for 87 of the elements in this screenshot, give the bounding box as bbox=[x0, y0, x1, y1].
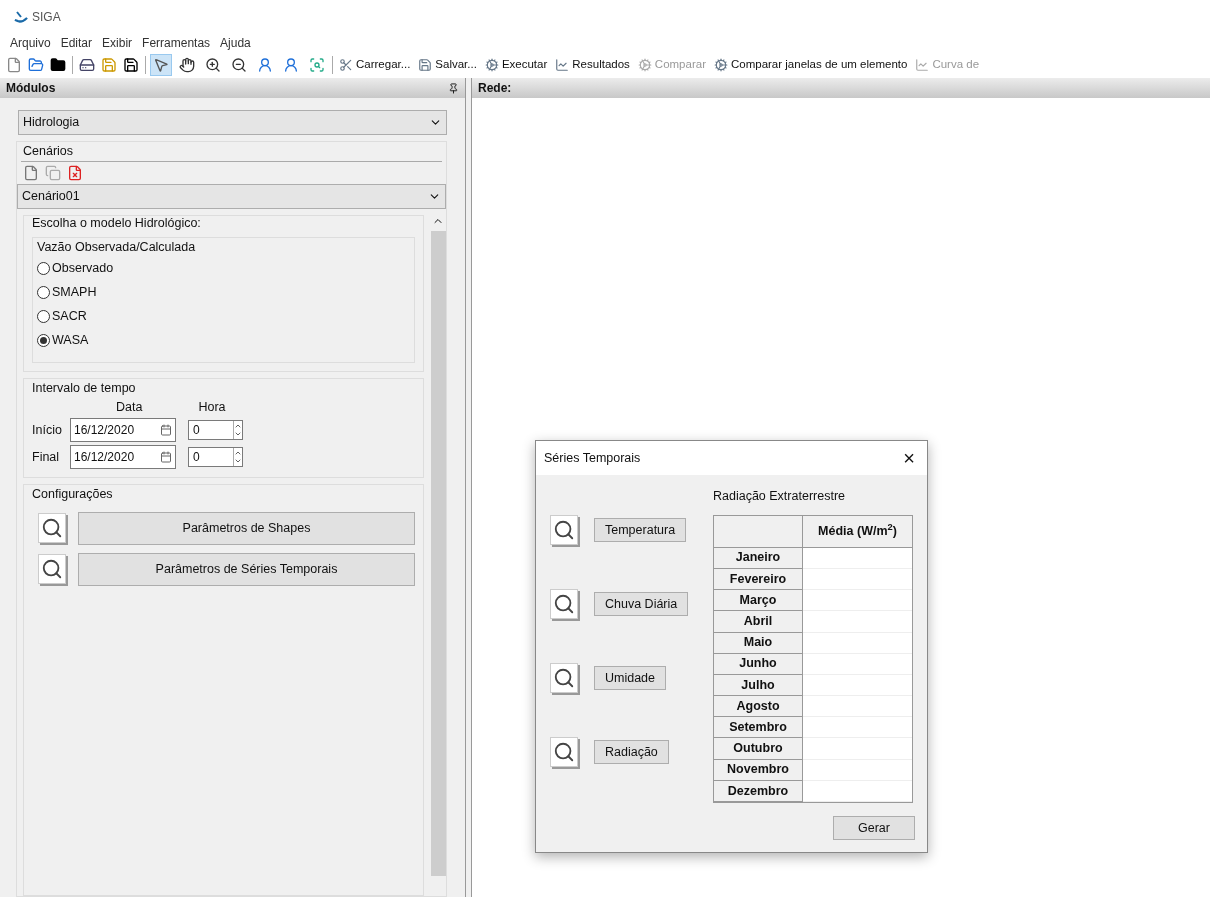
row-label: Início bbox=[32, 421, 63, 439]
gear-icon bbox=[713, 57, 728, 72]
series-button[interactable]: Temperatura bbox=[594, 518, 687, 542]
table-cell[interactable] bbox=[803, 717, 912, 739]
module-dropdown[interactable]: Hidrologia bbox=[18, 110, 447, 135]
spinner-arrows-icon bbox=[233, 448, 242, 467]
scenario-dropdown[interactable]: Cenário01 bbox=[17, 183, 446, 209]
date-picker[interactable]: 16/12/2020 bbox=[70, 445, 176, 470]
toolbar-button[interactable]: Salvar... bbox=[416, 55, 479, 74]
column-label: Hora bbox=[198, 399, 226, 416]
panel-title: Rede: bbox=[478, 80, 512, 97]
new-file-icon[interactable] bbox=[6, 56, 22, 73]
radio-button[interactable] bbox=[37, 333, 50, 347]
table-cell[interactable] bbox=[803, 611, 912, 633]
radio-label: SMAPH bbox=[52, 283, 97, 301]
toolbar-button[interactable]: Executar bbox=[482, 55, 550, 74]
column-label: Data bbox=[116, 399, 143, 416]
dialog-title: Séries Temporais bbox=[544, 449, 641, 467]
toolbar-button[interactable]: Resultados bbox=[553, 55, 632, 74]
toolbar-button[interactable]: Carregar... bbox=[337, 55, 413, 74]
table-cell[interactable] bbox=[803, 738, 912, 760]
radio-label: Observado bbox=[52, 259, 114, 277]
magnifier-icon bbox=[550, 589, 578, 619]
spinner-arrows-icon bbox=[233, 421, 242, 440]
radio-button[interactable] bbox=[37, 309, 50, 323]
close-button[interactable]: × bbox=[899, 448, 919, 468]
chart-icon bbox=[915, 57, 930, 72]
table-cell[interactable] bbox=[803, 590, 912, 612]
menu-item[interactable]: Exibir bbox=[102, 33, 133, 52]
scrollbar-thumb[interactable] bbox=[430, 230, 446, 876]
table-title: Radiação Extraterrestre bbox=[713, 488, 846, 505]
table-cell[interactable] bbox=[803, 653, 912, 675]
delete-file-icon[interactable] bbox=[67, 164, 83, 181]
toolbar-button[interactable]: Comparar janelas de um elemento bbox=[711, 55, 910, 74]
calendar-icon bbox=[160, 424, 172, 437]
save-icon bbox=[418, 57, 433, 72]
magnifier-icon bbox=[38, 554, 66, 584]
magnifier-icon bbox=[38, 513, 66, 543]
panel-title: Módulos bbox=[6, 80, 56, 97]
magnifier-icon bbox=[550, 663, 578, 693]
gear-icon bbox=[484, 57, 499, 72]
pointer-icon[interactable] bbox=[150, 53, 172, 76]
new-file-icon[interactable] bbox=[23, 164, 39, 181]
config-button[interactable]: Parâmetros de Shapes bbox=[78, 511, 415, 545]
copy-icon[interactable] bbox=[45, 164, 61, 181]
gear-icon bbox=[637, 57, 652, 72]
table-cell[interactable] bbox=[803, 674, 912, 697]
group-title: Vazão Observada/Calculada bbox=[37, 238, 197, 256]
menu-item[interactable]: Editar bbox=[60, 33, 93, 52]
magnifier-icon bbox=[550, 737, 578, 767]
open-folder-icon[interactable] bbox=[28, 56, 44, 73]
group-title: Configurações bbox=[32, 485, 114, 503]
radio-button[interactable] bbox=[37, 285, 50, 299]
pin-icon[interactable] bbox=[448, 82, 459, 94]
chart-icon bbox=[555, 57, 570, 72]
series-button[interactable]: Umidade bbox=[594, 666, 667, 690]
table-cell[interactable] bbox=[803, 547, 912, 569]
scissors-icon bbox=[339, 57, 353, 72]
column-header: Média (W/m$^{2}$) bbox=[818, 521, 897, 540]
menu-item[interactable]: Ferramentas bbox=[142, 33, 211, 52]
row-label: Final bbox=[32, 448, 61, 466]
group-title: Cenários bbox=[22, 143, 75, 160]
calendar-icon bbox=[160, 451, 172, 464]
magnifier-icon bbox=[550, 515, 578, 545]
group-title: Intervalo de tempo bbox=[32, 380, 137, 398]
save-icon[interactable] bbox=[123, 56, 139, 73]
menu-item[interactable]: Ajuda bbox=[220, 33, 251, 52]
table-cell[interactable] bbox=[803, 632, 912, 654]
radio-label: WASA bbox=[52, 331, 89, 349]
table-cell[interactable] bbox=[803, 568, 912, 591]
hour-spinner[interactable]: 0 bbox=[188, 420, 243, 441]
app-logo-icon bbox=[14, 10, 28, 24]
date-picker[interactable]: 16/12/2020 bbox=[70, 418, 176, 443]
config-button[interactable]: Parâmetros de Séries Temporais bbox=[78, 552, 415, 586]
menu-item[interactable]: Arquivo bbox=[10, 33, 51, 52]
group-title: Escolha o modelo Hidrológico: bbox=[32, 214, 202, 232]
series-button[interactable]: Radiação bbox=[594, 740, 669, 764]
window-title: SIGA bbox=[32, 9, 61, 26]
table-cell[interactable] bbox=[803, 696, 912, 718]
generate-button[interactable]: Gerar bbox=[833, 816, 915, 840]
table-cell[interactable] bbox=[803, 759, 912, 781]
series-button[interactable]: Chuva Diária bbox=[594, 592, 689, 616]
table-cell[interactable] bbox=[803, 780, 912, 802]
folder-icon[interactable] bbox=[50, 56, 66, 73]
radio-button[interactable] bbox=[37, 261, 50, 275]
hour-spinner[interactable]: 0 bbox=[188, 447, 243, 468]
radio-label: SACR bbox=[52, 307, 87, 325]
